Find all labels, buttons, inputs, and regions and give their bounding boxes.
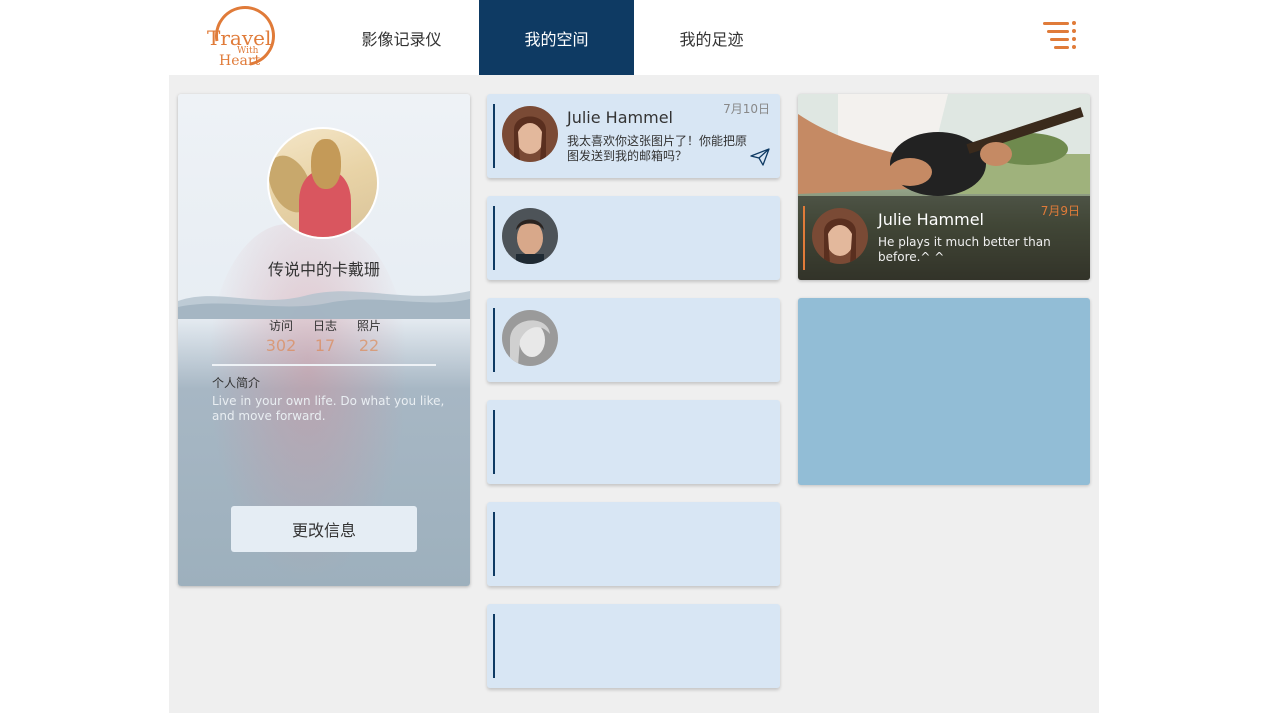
message-text: 我太喜欢你这张图片了！你能把原图发送到我的邮箱吗？ [567, 134, 748, 163]
stat-value: 302 [265, 336, 297, 355]
message-card[interactable] [487, 298, 780, 382]
message-card[interactable] [487, 502, 780, 586]
travel-with-heart-logo[interactable]: Travel With Heart [203, 0, 287, 78]
stat-value: 17 [314, 336, 336, 355]
message-sender: Julie Hammel [567, 108, 673, 127]
avatar[interactable] [502, 106, 558, 162]
logo-text-heart: Heart [219, 53, 261, 69]
avatar[interactable] [502, 310, 558, 366]
avatar[interactable] [502, 208, 558, 264]
profile-avatar[interactable] [267, 127, 379, 239]
photo-post-card[interactable]: Julie Hammel 7月9日 He plays it much bette… [798, 94, 1090, 280]
nav-tab-my-space[interactable]: 我的空间 [479, 0, 634, 75]
profile-name: 传说中的卡戴珊 [267, 260, 380, 279]
post-author: Julie Hammel [878, 210, 984, 229]
intro-text: Live in your own life. Do what you like,… [212, 394, 445, 423]
message-card[interactable] [487, 604, 780, 688]
stat-value: 22 [358, 336, 380, 355]
stat-photos[interactable]: 照片 22 [347, 317, 391, 355]
nav-tab-my-footprints[interactable]: 我的足迹 [634, 0, 789, 75]
post-date: 7月9日 [1040, 204, 1080, 218]
send-icon[interactable] [750, 148, 770, 166]
stat-label: 访问 [268, 319, 293, 333]
profile-stats: 访问 302 日志 17 照片 22 [259, 317, 391, 355]
stat-journals[interactable]: 日志 17 [303, 317, 347, 355]
profile-card: 传说中的卡戴珊 访问 302 日志 17 照片 22 个人简介 Live in … [178, 94, 470, 586]
edit-info-button[interactable]: 更改信息 [231, 506, 417, 552]
stat-label: 照片 [356, 319, 381, 333]
stat-visits[interactable]: 访问 302 [259, 317, 303, 355]
menu-lines-icon[interactable] [1040, 20, 1078, 54]
profile-divider [212, 364, 436, 366]
empty-tile[interactable] [798, 298, 1090, 485]
message-card[interactable]: Julie Hammel 7月10日 我太喜欢你这张图片了！你能把原图发送到我的… [487, 94, 780, 178]
wave-decoration [178, 291, 470, 319]
stat-label: 日志 [312, 319, 337, 333]
intro-title: 个人简介 [212, 376, 261, 390]
nav-tab-video-recorder[interactable]: 影像记录仪 [324, 0, 479, 75]
avatar[interactable] [812, 208, 868, 264]
message-card[interactable] [487, 400, 780, 484]
message-card[interactable] [487, 196, 780, 280]
message-date: 7月10日 [723, 102, 770, 116]
post-caption: He plays it much better than before.^ ^ [878, 235, 1051, 264]
